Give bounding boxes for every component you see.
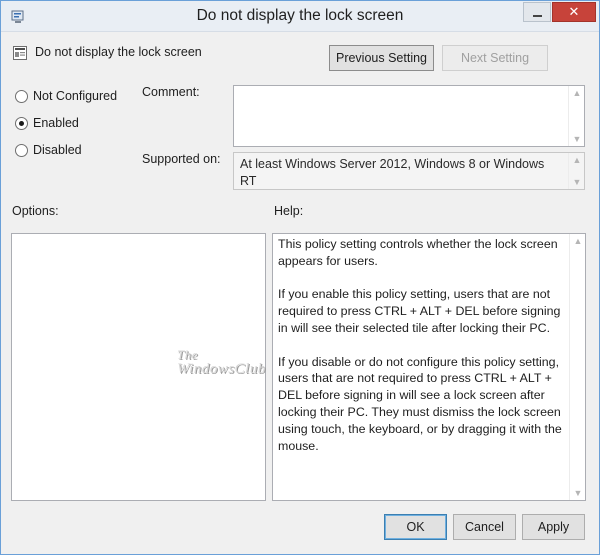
supported-on-value: At least Windows Server 2012, Windows 8 … <box>240 157 545 188</box>
previous-setting-button[interactable]: Previous Setting <box>329 45 434 71</box>
help-scrollbar[interactable]: ▲ ▼ <box>569 234 585 500</box>
radio-circle-selected[interactable] <box>15 116 28 130</box>
scroll-down-icon[interactable]: ▼ <box>569 132 585 146</box>
supported-on-field: At least Windows Server 2012, Windows 8 … <box>233 152 585 190</box>
radio-enabled[interactable]: Enabled <box>15 116 79 130</box>
apply-button[interactable]: Apply <box>522 514 585 540</box>
close-icon: ✕ <box>568 4 580 19</box>
watermark-logo: The WindowsClub <box>177 347 266 377</box>
watermark-line: WindowsClub <box>177 361 266 377</box>
help-paragraph: This policy setting controls whether the… <box>278 237 558 268</box>
supported-scrollbar[interactable]: ▲ ▼ <box>568 153 584 189</box>
radio-label: Disabled <box>33 143 82 157</box>
ok-button[interactable]: OK <box>384 514 447 540</box>
help-paragraph: If you disable or do not configure this … <box>278 354 562 453</box>
scroll-up-icon[interactable]: ▲ <box>569 86 585 100</box>
scroll-down-icon[interactable]: ▼ <box>570 486 586 500</box>
watermark-line: The <box>177 347 198 362</box>
policy-dialog: Do not display the lock screen ✕ Do not … <box>0 0 600 555</box>
comment-label: Comment: <box>142 85 200 99</box>
title-bar[interactable]: Do not display the lock screen ✕ <box>1 1 599 32</box>
window-title: Do not display the lock screen <box>196 7 404 24</box>
radio-label: Not Configured <box>33 89 118 103</box>
radio-label: Enabled <box>33 116 79 130</box>
policy-name: Do not display the lock screen <box>35 45 202 59</box>
comment-field[interactable]: ▲ ▼ <box>233 85 585 147</box>
help-label: Help: <box>274 204 304 218</box>
radio-not-configured[interactable]: Not Configured <box>15 89 117 103</box>
close-button[interactable]: ✕ <box>552 2 596 22</box>
radio-circle[interactable] <box>15 89 28 103</box>
minimize-button[interactable] <box>523 2 551 22</box>
help-text: This policy setting controls whether the… <box>278 236 568 471</box>
help-paragraph: If you enable this policy setting, users… <box>278 287 561 335</box>
supported-on-label: Supported on: <box>142 152 221 166</box>
scroll-up-icon[interactable]: ▲ <box>570 234 586 248</box>
comment-scrollbar[interactable]: ▲ ▼ <box>568 86 584 146</box>
policy-setting-icon <box>13 46 27 60</box>
cancel-button[interactable]: Cancel <box>453 514 516 540</box>
next-setting-button[interactable]: Next Setting <box>442 45 548 71</box>
help-panel: This policy setting controls whether the… <box>272 233 586 501</box>
options-label: Options: <box>12 204 59 218</box>
scroll-up-icon[interactable]: ▲ <box>569 153 585 167</box>
radio-disabled[interactable]: Disabled <box>15 143 82 157</box>
scroll-down-icon[interactable]: ▼ <box>569 175 585 189</box>
radio-circle[interactable] <box>15 143 28 157</box>
